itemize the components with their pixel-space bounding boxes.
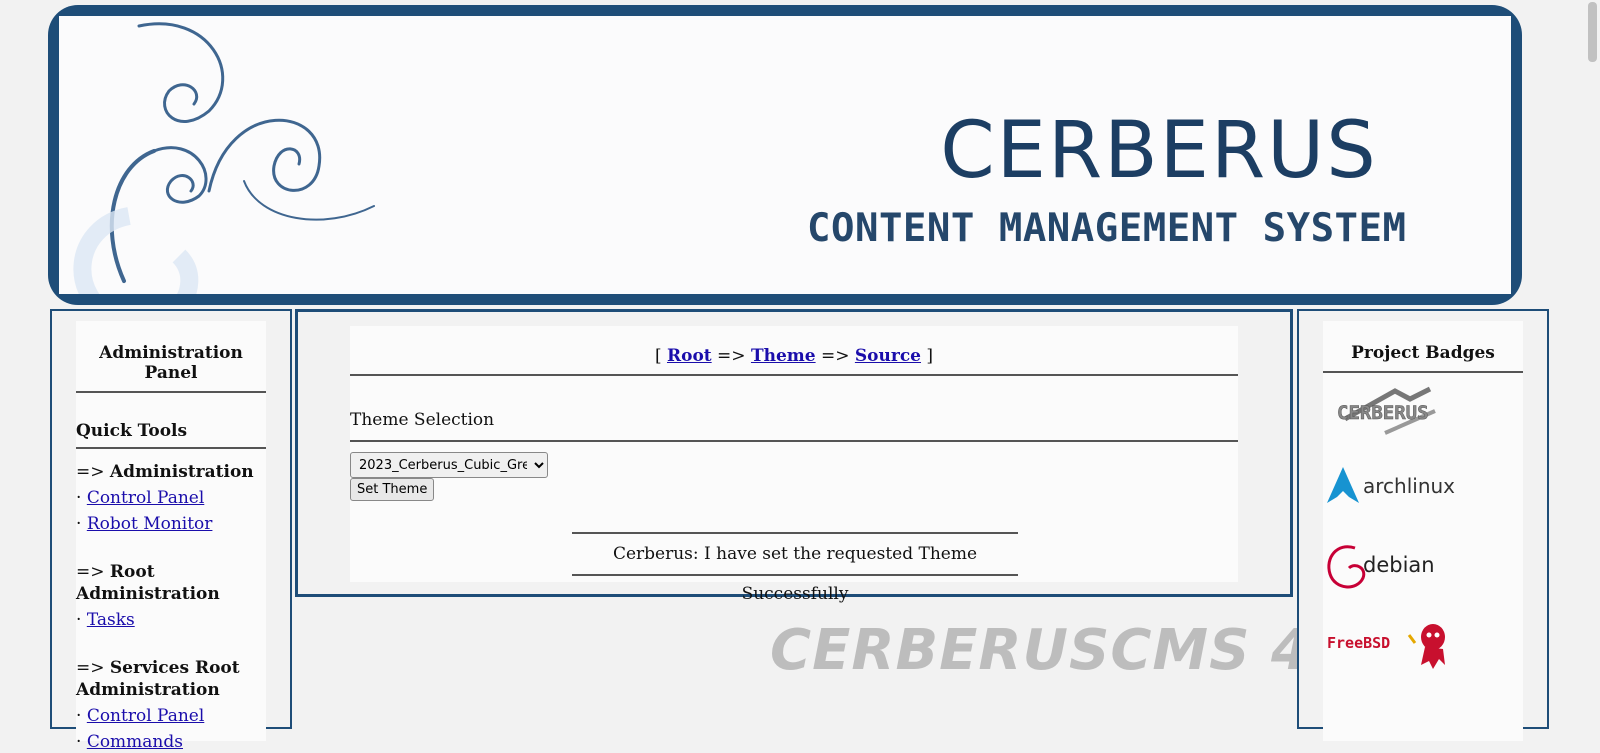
status-message: Cerberus: I have set the requested Theme…: [572, 532, 1018, 604]
scroll-thumb[interactable]: [1588, 2, 1597, 62]
nav-item-robot-monitor: · Robot Monitor: [76, 513, 266, 535]
breadcrumb: [ Root => Theme => Source ]: [350, 326, 1238, 376]
tasks-link[interactable]: Tasks: [87, 610, 135, 630]
bullet: ·: [76, 514, 82, 534]
theme-selection-heading: Theme Selection: [350, 376, 1238, 442]
badge-label: archlinux: [1363, 474, 1455, 498]
archlinux-badge[interactable]: archlinux: [1325, 461, 1455, 511]
bullet: ·: [76, 732, 82, 752]
group-label: Administration: [109, 462, 254, 482]
main-panel: [ Root => Theme => Source ] Theme Select…: [295, 309, 1293, 604]
debian-swirl-icon: [1327, 545, 1366, 589]
group-title-administration: => Administration: [76, 462, 254, 482]
nav-item-tasks: · Tasks: [76, 609, 266, 631]
services-control-panel-link[interactable]: Control Panel: [87, 706, 204, 726]
bullet: ·: [76, 488, 82, 508]
admin-panel-title: Administration Panel: [76, 321, 266, 393]
scrollbar[interactable]: [1585, 0, 1600, 706]
badge-label: FreeBSD: [1327, 634, 1390, 652]
badges-panel-title: Project Badges: [1323, 321, 1523, 373]
group-title-root-administration: => Root Administration: [76, 562, 220, 604]
brand-subtitle: CONTENT MANAGEMENT SYSTEM: [807, 206, 1407, 251]
nav-item-services-control-panel: · Control Panel: [76, 705, 266, 727]
freebsd-daemon-icon: [1407, 624, 1445, 669]
nav-item-control-panel: · Control Panel: [76, 487, 266, 509]
badges-panel-sheet: Project Badges CERBERUS archlinux debian…: [1323, 321, 1523, 741]
nav-item-commands: · Commands: [76, 731, 266, 753]
banner-inner: CERBERUS CONTENT MANAGEMENT SYSTEM: [59, 16, 1511, 294]
badge-label: debian: [1363, 553, 1435, 577]
breadcrumb-source-link[interactable]: Source: [855, 346, 921, 366]
header-banner: CERBERUS CONTENT MANAGEMENT SYSTEM: [48, 5, 1522, 305]
badge-label: CERBERUS: [1337, 402, 1429, 424]
admin-panel-sheet: Administration Panel Quick Tools => Admi…: [76, 321, 266, 752]
quick-tools-heading: Quick Tools: [76, 393, 266, 449]
freebsd-badge[interactable]: FreeBSD: [1325, 613, 1465, 673]
set-theme-button[interactable]: Set Theme: [350, 478, 435, 501]
group-title-services-root-administration: => Services Root Administration: [76, 658, 240, 700]
admin-panel: Administration Panel Quick Tools => Admi…: [50, 309, 292, 752]
debian-badge[interactable]: debian: [1325, 536, 1455, 596]
control-panel-link[interactable]: Control Panel: [87, 488, 204, 508]
swirl-logo: [73, 22, 375, 294]
watermark: CERBERUSCMS 4: [770, 618, 1311, 683]
breadcrumb-theme-link[interactable]: Theme: [751, 346, 816, 366]
breadcrumb-root-link[interactable]: Root: [667, 346, 712, 366]
badges-panel: Project Badges CERBERUS archlinux debian…: [1297, 309, 1549, 741]
brand-title: CERBERUS: [940, 106, 1378, 196]
commands-link[interactable]: Commands: [87, 732, 183, 752]
theme-select[interactable]: 2023_Cerberus_Cubic_Grey: [350, 452, 548, 478]
cerberus-badge[interactable]: CERBERUS: [1325, 381, 1455, 441]
robot-monitor-link[interactable]: Robot Monitor: [87, 514, 213, 534]
arch-logo-icon: [1327, 467, 1359, 503]
main-sheet: [ Root => Theme => Source ] Theme Select…: [350, 326, 1238, 604]
bullet: ·: [76, 610, 82, 630]
bullet: ·: [76, 706, 82, 726]
